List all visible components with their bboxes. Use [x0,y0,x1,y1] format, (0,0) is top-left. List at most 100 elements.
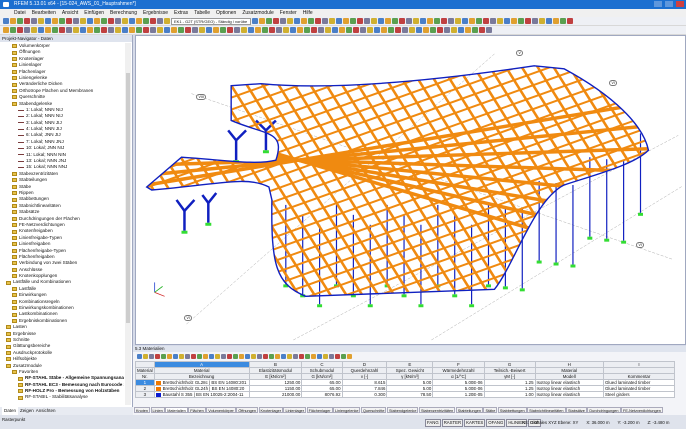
table-tab[interactable]: Knotenlager [258,407,283,413]
toolbar-button-icon[interactable] [329,18,335,24]
table-tab[interactable]: Stäbe [483,407,498,413]
snap-mode-button[interactable]: RASTER [441,419,464,427]
toolbar-button-icon[interactable] [38,27,44,33]
toolbar-button-icon[interactable] [115,18,121,24]
table-tool-icon[interactable] [329,353,334,359]
toolbar-button-icon[interactable] [206,27,212,33]
table-tool-icon[interactable] [251,353,256,359]
table-tool-icon[interactable] [335,353,340,359]
table-tool-icon[interactable] [347,353,352,359]
table-tool-icon[interactable] [137,353,142,359]
toolbar-button-icon[interactable] [476,18,482,24]
toolbar-button-icon[interactable] [290,27,296,33]
toolbar-button-icon[interactable] [266,18,272,24]
table-tool-icon[interactable] [299,353,304,359]
toolbar-button-icon[interactable] [17,18,23,24]
toolbar-button-icon[interactable] [336,18,342,24]
toolbar-button-icon[interactable] [273,18,279,24]
table-tab[interactable]: Liniengelenke [333,407,361,413]
toolbar-button-icon[interactable] [73,27,79,33]
cell-gm[interactable]: 1.00 [483,391,536,398]
toolbar-button-icon[interactable] [311,27,317,33]
toolbar-button-icon[interactable] [157,18,163,24]
toolbar-button-icon[interactable] [192,27,198,33]
toolbar-button-icon[interactable] [455,18,461,24]
table-tab[interactable]: Linien [150,407,165,413]
toolbar-button-icon[interactable] [416,27,422,33]
table-tab[interactable]: Stabnichtlinearitäten [527,407,566,413]
toolbar-button-icon[interactable] [87,27,93,33]
navigator-scrollbar[interactable] [125,43,131,405]
table-tool-icon[interactable] [227,353,232,359]
toolbar-button-icon[interactable] [24,27,30,33]
table-tab[interactable]: Querschnitte [360,407,387,413]
table-tab[interactable]: FE-Netzverdichtungen [621,407,663,413]
toolbar-button-icon[interactable] [367,27,373,33]
toolbar-button-icon[interactable] [518,18,524,24]
toolbar-button-icon[interactable] [350,18,356,24]
menu-item[interactable]: Fenster [280,9,297,17]
toolbar-button-icon[interactable] [297,27,303,33]
table-tool-icon[interactable] [287,353,292,359]
toolbar-button-icon[interactable] [420,18,426,24]
toolbar-button-icon[interactable] [465,27,471,33]
toolbar-button-icon[interactable] [280,18,286,24]
toolbar-button-icon[interactable] [458,27,464,33]
table-tab[interactable]: Stabendgelenke [386,407,419,413]
table-tab[interactable]: Flächen [188,407,206,413]
minimize-button[interactable] [654,1,662,7]
toolbar-button-icon[interactable] [346,27,352,33]
toolbar-button-icon[interactable] [553,18,559,24]
table-tool-icon[interactable] [323,353,328,359]
toolbar-button-icon[interactable] [560,18,566,24]
toolbar-button-icon[interactable] [308,18,314,24]
toolbar-button-icon[interactable] [497,18,503,24]
table-tool-icon[interactable] [293,353,298,359]
toolbar-button-icon[interactable] [567,18,573,24]
toolbar-button-icon[interactable] [423,27,429,33]
toolbar-button-icon[interactable] [38,18,44,24]
toolbar-button-icon[interactable] [479,27,485,33]
menu-item[interactable]: Zusatzmodule [242,9,273,17]
menu-item[interactable]: Datei [14,9,26,17]
toolbar-button-icon[interactable] [409,27,415,33]
toolbar-button-icon[interactable] [472,27,478,33]
nav-tab-data[interactable]: Daten [2,407,19,415]
table-tool-icon[interactable] [221,353,226,359]
toolbar-button-icon[interactable] [3,18,9,24]
table-tool-icon[interactable] [281,353,286,359]
table-tool-icon[interactable] [305,353,310,359]
table-tool-icon[interactable] [311,353,316,359]
toolbar-button-icon[interactable] [427,18,433,24]
toolbar-button-icon[interactable] [357,18,363,24]
toolbar-button-icon[interactable] [31,18,37,24]
toolbar-button-icon[interactable] [483,18,489,24]
toolbar-button-icon[interactable] [441,18,447,24]
toolbar-button-icon[interactable] [101,27,107,33]
toolbar-button-icon[interactable] [283,27,289,33]
row-number[interactable]: 3 [135,391,155,398]
nav-tab-views[interactable]: Ansichten [36,407,56,415]
toolbar-button-icon[interactable] [59,18,65,24]
menu-item[interactable]: Tabelle [194,9,210,17]
toolbar-button-icon[interactable] [315,18,321,24]
toolbar-button-icon[interactable] [66,27,72,33]
toolbar-button-icon[interactable] [108,27,114,33]
toolbar-button-icon[interactable] [304,27,310,33]
toolbar-button-icon[interactable] [45,18,51,24]
toolbar-button-icon[interactable] [87,18,93,24]
toolbar-button-icon[interactable] [301,18,307,24]
table-tool-icon[interactable] [185,353,190,359]
toolbar-button-icon[interactable] [164,18,170,24]
toolbar-button-icon[interactable] [66,18,72,24]
toolbar-button-icon[interactable] [371,18,377,24]
toolbar-button-icon[interactable] [318,27,324,33]
toolbar-button-icon[interactable] [248,27,254,33]
cell-nu[interactable]: 0.300 [341,391,388,398]
toolbar-button-icon[interactable] [294,18,300,24]
toolbar-button-icon[interactable] [80,27,86,33]
toolbar-button-icon[interactable] [3,27,9,33]
cell-comment[interactable]: Steel girders [602,391,676,398]
toolbar-button-icon[interactable] [448,18,454,24]
toolbar-button-icon[interactable] [395,27,401,33]
